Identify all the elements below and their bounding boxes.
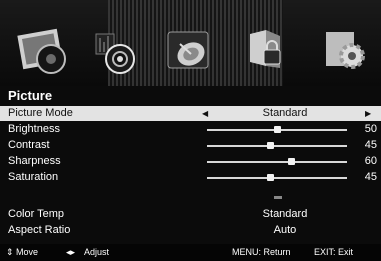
- color-temp-value: Standard: [262, 208, 308, 220]
- aspect-ratio-value: Auto: [273, 224, 297, 236]
- list-separator: [274, 196, 282, 199]
- sharpness-value: 60: [364, 155, 377, 167]
- setup-tab[interactable]: [318, 24, 374, 80]
- adjust-hint: Adjust: [84, 247, 110, 257]
- channel-tab[interactable]: [160, 24, 216, 80]
- saturation-row[interactable]: Saturation 45: [0, 170, 381, 185]
- saturation-label: Saturation: [8, 171, 59, 183]
- contrast-value: 45: [364, 139, 377, 151]
- picture-mode-label: Picture Mode: [8, 107, 73, 119]
- arrow-left-icon[interactable]: ◀: [202, 106, 208, 121]
- brightness-row[interactable]: Brightness 50: [0, 122, 381, 137]
- brightness-label: Brightness: [8, 123, 60, 135]
- sharpness-label: Sharpness: [8, 155, 61, 167]
- gear-icon: [326, 32, 365, 69]
- sound-tab[interactable]: [90, 24, 146, 80]
- saturation-value: 45: [364, 171, 377, 183]
- lock-icon: [250, 30, 281, 68]
- picture-tab[interactable]: [12, 18, 74, 80]
- page-title: Picture: [8, 88, 53, 103]
- saturation-slider-knob[interactable]: [267, 174, 274, 181]
- menu-tab-bar: [0, 0, 381, 86]
- picture-icon: [17, 28, 66, 74]
- exit-hint: EXIT: Exit: [314, 247, 354, 257]
- contrast-row[interactable]: Contrast 45: [0, 138, 381, 153]
- lock-tab[interactable]: [240, 24, 296, 80]
- updown-arrows-icon: ⇕: [6, 247, 14, 257]
- brightness-value: 50: [364, 123, 377, 135]
- leftright-arrows-icon: ◂▸: [66, 247, 76, 257]
- picture-settings-osd: Picture Picture Mode ◀ Standard ▶ Bright…: [0, 0, 381, 261]
- contrast-label: Contrast: [8, 139, 50, 151]
- footer-hints: ⇕ Move ◂▸ Adjust MENU: Return EXIT: Exit: [0, 244, 381, 261]
- sharpness-row[interactable]: Sharpness 60: [0, 154, 381, 169]
- aspect-ratio-label: Aspect Ratio: [8, 224, 71, 236]
- menu-return-hint: MENU: Return: [232, 247, 291, 257]
- picture-mode-row[interactable]: Picture Mode ◀ Standard ▶: [0, 106, 381, 121]
- speaker-icon: [95, 33, 135, 74]
- arrow-right-icon[interactable]: ▶: [365, 106, 371, 121]
- sharpness-slider-knob[interactable]: [288, 158, 295, 165]
- picture-mode-value: Standard: [262, 107, 308, 119]
- aspect-ratio-row[interactable]: Aspect Ratio Auto: [0, 223, 381, 238]
- saturation-slider[interactable]: [207, 174, 347, 181]
- satellite-dish-icon: [167, 31, 209, 69]
- contrast-slider-knob[interactable]: [267, 142, 274, 149]
- contrast-slider[interactable]: [207, 142, 347, 149]
- move-hint: Move: [16, 247, 39, 257]
- color-temp-label: Color Temp: [8, 208, 65, 220]
- brightness-slider[interactable]: [207, 126, 347, 133]
- sharpness-slider[interactable]: [207, 158, 347, 165]
- brightness-slider-knob[interactable]: [274, 126, 281, 133]
- color-temp-row[interactable]: Color Temp Standard: [0, 207, 381, 222]
